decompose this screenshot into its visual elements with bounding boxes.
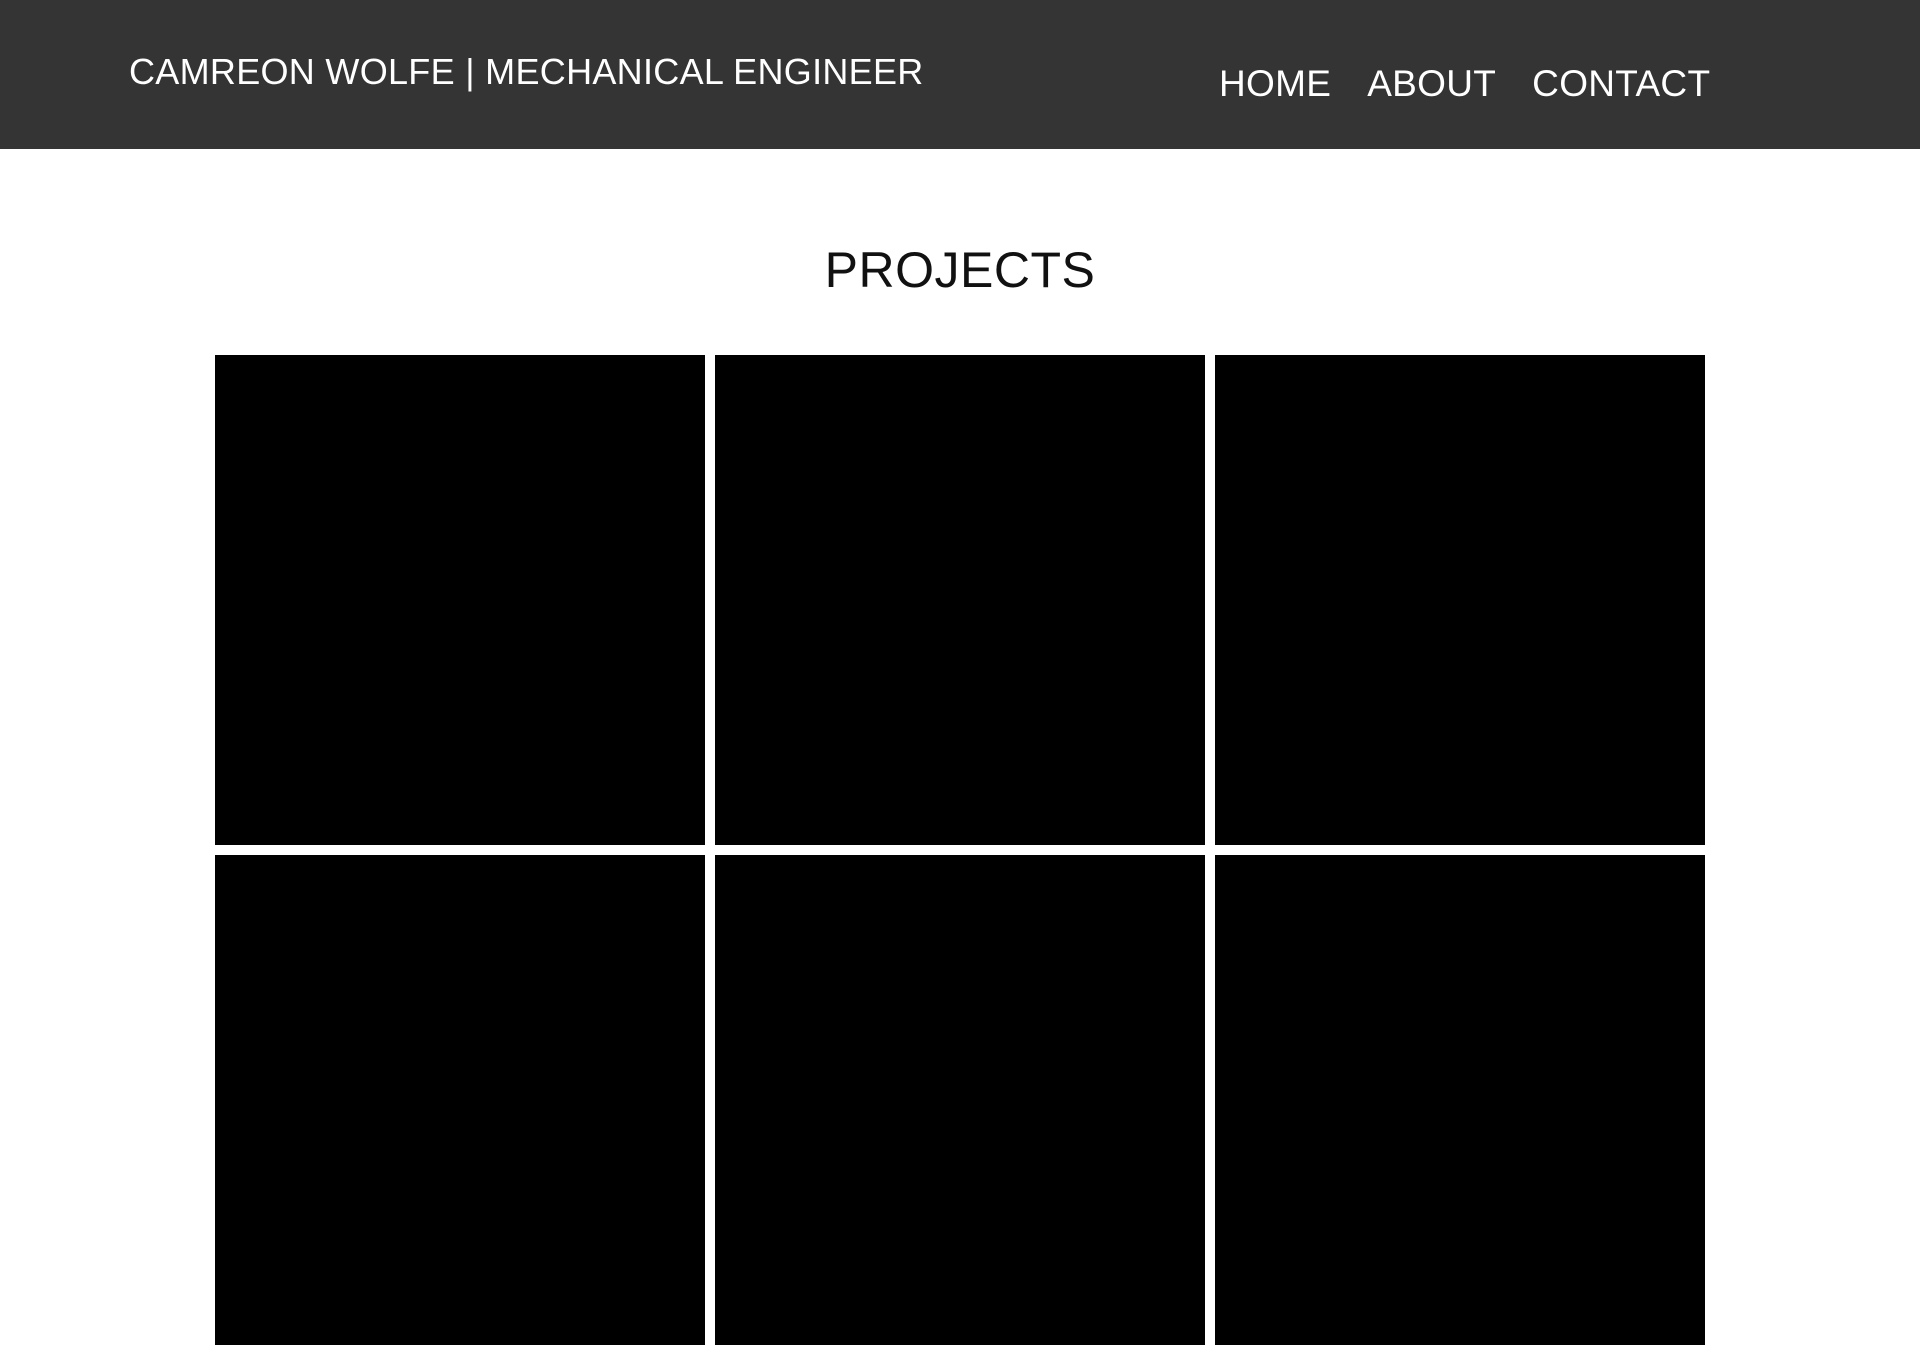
project-tile[interactable]	[215, 855, 705, 1345]
project-tile[interactable]	[1215, 355, 1705, 845]
main-nav: HOME ABOUT CONTACT	[1219, 62, 1710, 106]
nav-about-link[interactable]: ABOUT	[1367, 62, 1496, 106]
page-title: PROJECTS	[824, 242, 1096, 298]
project-tile[interactable]	[715, 855, 1205, 1345]
project-tile[interactable]	[715, 355, 1205, 845]
projects-grid	[215, 355, 1705, 1345]
nav-contact-link[interactable]: CONTACT	[1532, 62, 1710, 106]
project-tile[interactable]	[1215, 855, 1705, 1345]
nav-home-link[interactable]: HOME	[1219, 62, 1331, 106]
site-brand[interactable]: CAMREON WOLFE | MECHANICAL ENGINEER	[129, 50, 924, 94]
site-header: CAMREON WOLFE | MECHANICAL ENGINEER HOME…	[0, 0, 1920, 149]
project-tile[interactable]	[215, 355, 705, 845]
